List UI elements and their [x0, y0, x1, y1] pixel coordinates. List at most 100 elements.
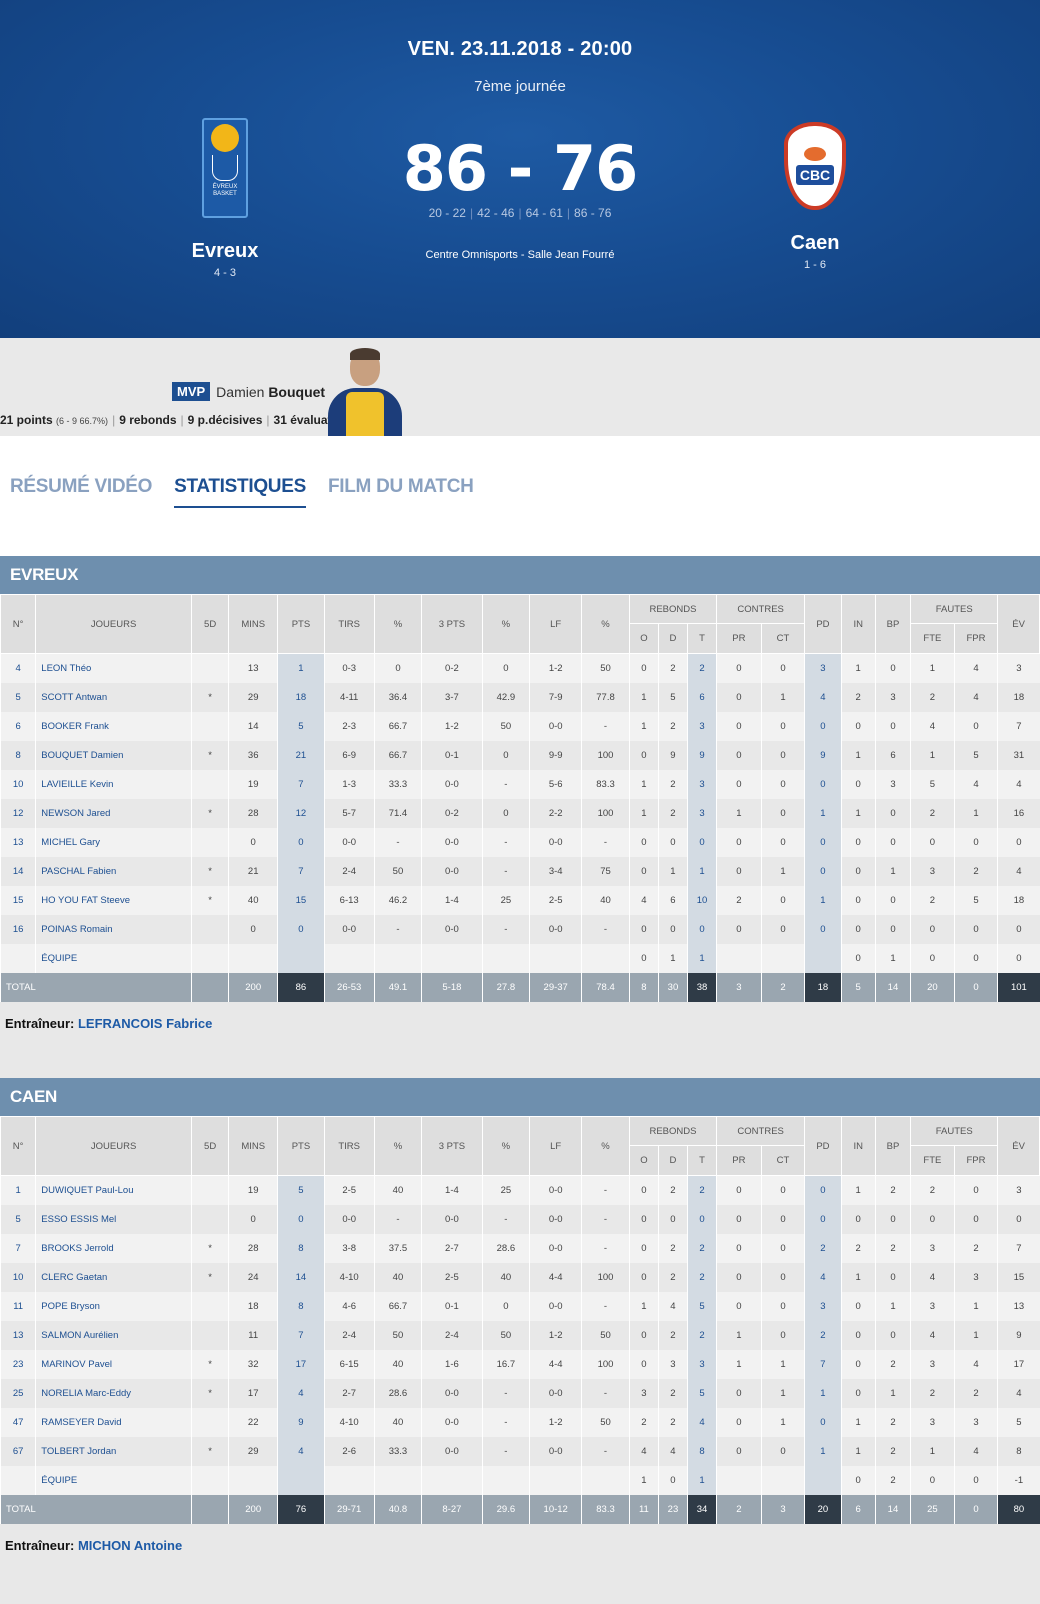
- stat-cell: 2: [657, 1233, 688, 1263]
- player-name-link[interactable]: SALMON Aurélien: [35, 1320, 192, 1350]
- stat-cell: 28.6: [481, 1233, 530, 1263]
- stat-cell: 1-2: [421, 711, 483, 741]
- player-row[interactable]: 10 CLERC Gaetan * 24 14 4-10 40 2-5 40 4-4 100 0 2 2 0…: [0, 1262, 1040, 1292]
- player-row[interactable]: ÉQUIPE 1 0 1 0 2 0 0 -1: [0, 1465, 1040, 1495]
- mvp-badge: MVP: [172, 382, 211, 401]
- column-header: O: [628, 623, 659, 654]
- stat-cell: [760, 943, 805, 973]
- player-row[interactable]: 11 POPE Bryson 18 8 4-6 66.7 0-1 0 0-0-1 4 5 0 0 3 0 1 3…: [0, 1291, 1040, 1321]
- player-name-link[interactable]: POINAS Romain: [35, 914, 192, 944]
- stat-cell: 1: [804, 798, 842, 828]
- stat-cell: 3-4: [529, 856, 582, 886]
- stat-cell: 7: [997, 711, 1040, 741]
- player-name-link[interactable]: POPE Bryson: [35, 1291, 192, 1321]
- player-name-link[interactable]: CLERC Gaetan: [35, 1262, 192, 1292]
- stat-cell: [481, 943, 530, 973]
- stat-cell: 0: [953, 1465, 998, 1495]
- column-header: %: [581, 1116, 630, 1176]
- stat-cell: 1: [953, 798, 998, 828]
- player-name-link[interactable]: NEWSON Jared: [35, 798, 192, 828]
- stat-cell: 1: [628, 1465, 659, 1495]
- player-name-link[interactable]: BROOKS Jerrold: [35, 1233, 192, 1263]
- player-name-link[interactable]: SCOTT Antwan: [35, 682, 192, 712]
- player-name-link[interactable]: TOLBERT Jordan: [35, 1436, 192, 1466]
- player-row[interactable]: 12 NEWSON Jared * 28 12 5-7 71.4 0-2 0 2-2 100 1 2 3 1…: [0, 798, 1040, 828]
- player-row[interactable]: 4 LEON Théo 13 1 0-3 0 0-2 0 1-2 50 0 2 2 0 0 3 1 0 1 4 3: [0, 653, 1040, 683]
- stat-cell: [190, 1407, 229, 1437]
- player-name-link[interactable]: MICHEL Gary: [35, 827, 192, 857]
- player-row[interactable]: 13 MICHEL Gary 0 0 0-0-0-0-0-0-0 0 0 0 0 0 0 0 0 0 0: [0, 827, 1040, 857]
- player-name-link[interactable]: LEON Théo: [35, 653, 192, 683]
- player-row[interactable]: 8 BOUQUET Damien * 36 21 6-9 66.7 0-1 0 9-9 100 0 9 9…: [0, 740, 1040, 770]
- stat-cell: 8: [277, 1291, 325, 1321]
- player-row[interactable]: 47 RAMSEYER David 22 9 4-10 40 0-0-1-2 50 2 2 4 0 1 0…: [0, 1407, 1040, 1437]
- player-row[interactable]: 14 PASCHAL Fabien * 21 7 2-4 50 0-0-3-4 75 0 1 1 0 1 0…: [0, 856, 1040, 886]
- match-date: VEN. 23.11.2018 - 20:00: [407, 38, 633, 60]
- mvp-player-name[interactable]: Damien Bouquet: [216, 384, 325, 400]
- total-cell: 76: [277, 1494, 325, 1524]
- stat-cell: 0-0: [529, 827, 582, 857]
- player-name-link[interactable]: MARINOV Pavel: [35, 1349, 192, 1379]
- stat-cell: 3-8: [323, 1233, 375, 1263]
- total-cell: [190, 972, 229, 1002]
- player-row[interactable]: 67 TOLBERT Jordan * 29 4 2-6 33.3 0-0-0-0-4 4 8 0 0…: [0, 1436, 1040, 1466]
- player-name-link[interactable]: PASCHAL Fabien: [35, 856, 192, 886]
- coach-name[interactable]: MICHON Antoine: [78, 1538, 182, 1553]
- stat-cell: 0: [910, 914, 955, 944]
- stat-cell: 1: [910, 740, 955, 770]
- stat-cell: 1: [874, 1291, 911, 1321]
- total-cell: 34: [686, 1494, 717, 1524]
- tab-film-du-match[interactable]: FILM DU MATCH: [328, 476, 474, 508]
- player-row[interactable]: 16 POINAS Romain 0 0 0-0-0-0-0-0-0 0 0 0 0 0 0 0 0 0 0: [0, 914, 1040, 944]
- player-row[interactable]: ÉQUIPE 0 1 1 0 1 0 0 0: [0, 943, 1040, 973]
- stat-cell: 0: [840, 1291, 876, 1321]
- total-cell: 29.6: [481, 1494, 530, 1524]
- stat-cell: 0: [840, 885, 876, 915]
- stat-cell: 0: [628, 1233, 659, 1263]
- stats-table: N° JOUEURS 5D MINS PTS TIRS% 3 PTS% LF% REBONDS C…: [0, 594, 1040, 1002]
- tab-resume-video[interactable]: RÉSUMÉ VIDÉO: [10, 476, 152, 508]
- total-cell: 8-27: [421, 1494, 483, 1524]
- player-row[interactable]: 5 SCOTT Antwan * 29 18 4-11 36.4 3-7 42.9 7-9 77.8…: [0, 682, 1040, 712]
- column-header: %: [373, 1116, 423, 1176]
- stat-cell: 4: [997, 769, 1040, 799]
- stat-cell: 0: [874, 1262, 911, 1292]
- player-row[interactable]: 6 BOOKER Frank 14 5 2-3 66.7 1-2 50 0-0-1 2 3 0 0 0 0 0…: [0, 711, 1040, 741]
- coach-name[interactable]: LEFRANCOIS Fabrice: [78, 1016, 212, 1031]
- coach-line: Entraîneur: MICHON Antoine: [0, 1523, 1040, 1568]
- player-name-link[interactable]: ESSO ESSIS Mel: [35, 1204, 192, 1234]
- player-name-link[interactable]: DUWIQUET Paul-Lou: [35, 1175, 192, 1205]
- stat-cell: 71.4: [373, 798, 422, 828]
- player-name-link[interactable]: RAMSEYER David: [35, 1407, 192, 1437]
- player-number: 1: [0, 1175, 36, 1205]
- player-name-link[interactable]: BOOKER Frank: [35, 711, 192, 741]
- player-name-link[interactable]: LAVIEILLE Kevin: [35, 769, 192, 799]
- away-team-name[interactable]: Caen: [745, 232, 885, 255]
- away-team[interactable]: CBC Caen 1 - 6: [745, 118, 885, 271]
- column-header: FTE: [910, 623, 955, 654]
- player-name-link[interactable]: ÉQUIPE: [35, 1465, 192, 1495]
- player-row[interactable]: 10 LAVIEILLE Kevin 19 7 1-3 33.3 0-0-5-6 83.3 1 2…: [0, 769, 1040, 799]
- player-number: 10: [0, 1262, 36, 1292]
- player-row[interactable]: 23 MARINOV Pavel * 32 17 6-15 40 1-6 16.7 4-4 100 0…: [0, 1349, 1040, 1379]
- player-row[interactable]: 1 DUWIQUET Paul-Lou 19 5 2-5 40 1-4 25 0-0-0 2 2 0 0…: [0, 1175, 1040, 1205]
- stat-cell: 0: [760, 711, 805, 741]
- stat-cell: 0-0: [529, 1291, 582, 1321]
- player-name-link[interactable]: HO YOU FAT Steeve: [35, 885, 192, 915]
- stat-cell: 6-13: [323, 885, 375, 915]
- player-name-link[interactable]: BOUQUET Damien: [35, 740, 192, 770]
- player-row[interactable]: 5 ESSO ESSIS Mel 0 0 0-0-0-0-0-0-0 0 0 0 0 0 0 0 0 0 0: [0, 1204, 1040, 1234]
- player-row[interactable]: 7 BROOKS Jerrold * 28 8 3-8 37.5 2-7 28.6 0-0-0 2 2…: [0, 1233, 1040, 1263]
- player-row[interactable]: 15 HO YOU FAT Steeve * 40 15 6-13 46.2 1-4 25 2-5…: [0, 885, 1040, 915]
- stat-cell: [581, 1465, 630, 1495]
- tab-statistiques[interactable]: STATISTIQUES: [174, 476, 306, 508]
- stat-cell: 0: [481, 798, 530, 828]
- stat-cell: 1-4: [421, 885, 483, 915]
- player-name-link[interactable]: ÉQUIPE: [35, 943, 192, 973]
- column-header: 3 PTS: [421, 594, 483, 654]
- stat-cell: -: [481, 1407, 530, 1437]
- stat-cell: 6: [874, 740, 911, 770]
- player-row[interactable]: 25 NORELIA Marc-Eddy * 17 4 2-7 28.6 0-0-0-0-3 2…: [0, 1378, 1040, 1408]
- player-row[interactable]: 13 SALMON Aurélien 11 7 2-4 50 2-4 50 1-2 50 0 2 2 1 0…: [0, 1320, 1040, 1350]
- player-name-link[interactable]: NORELIA Marc-Eddy: [35, 1378, 192, 1408]
